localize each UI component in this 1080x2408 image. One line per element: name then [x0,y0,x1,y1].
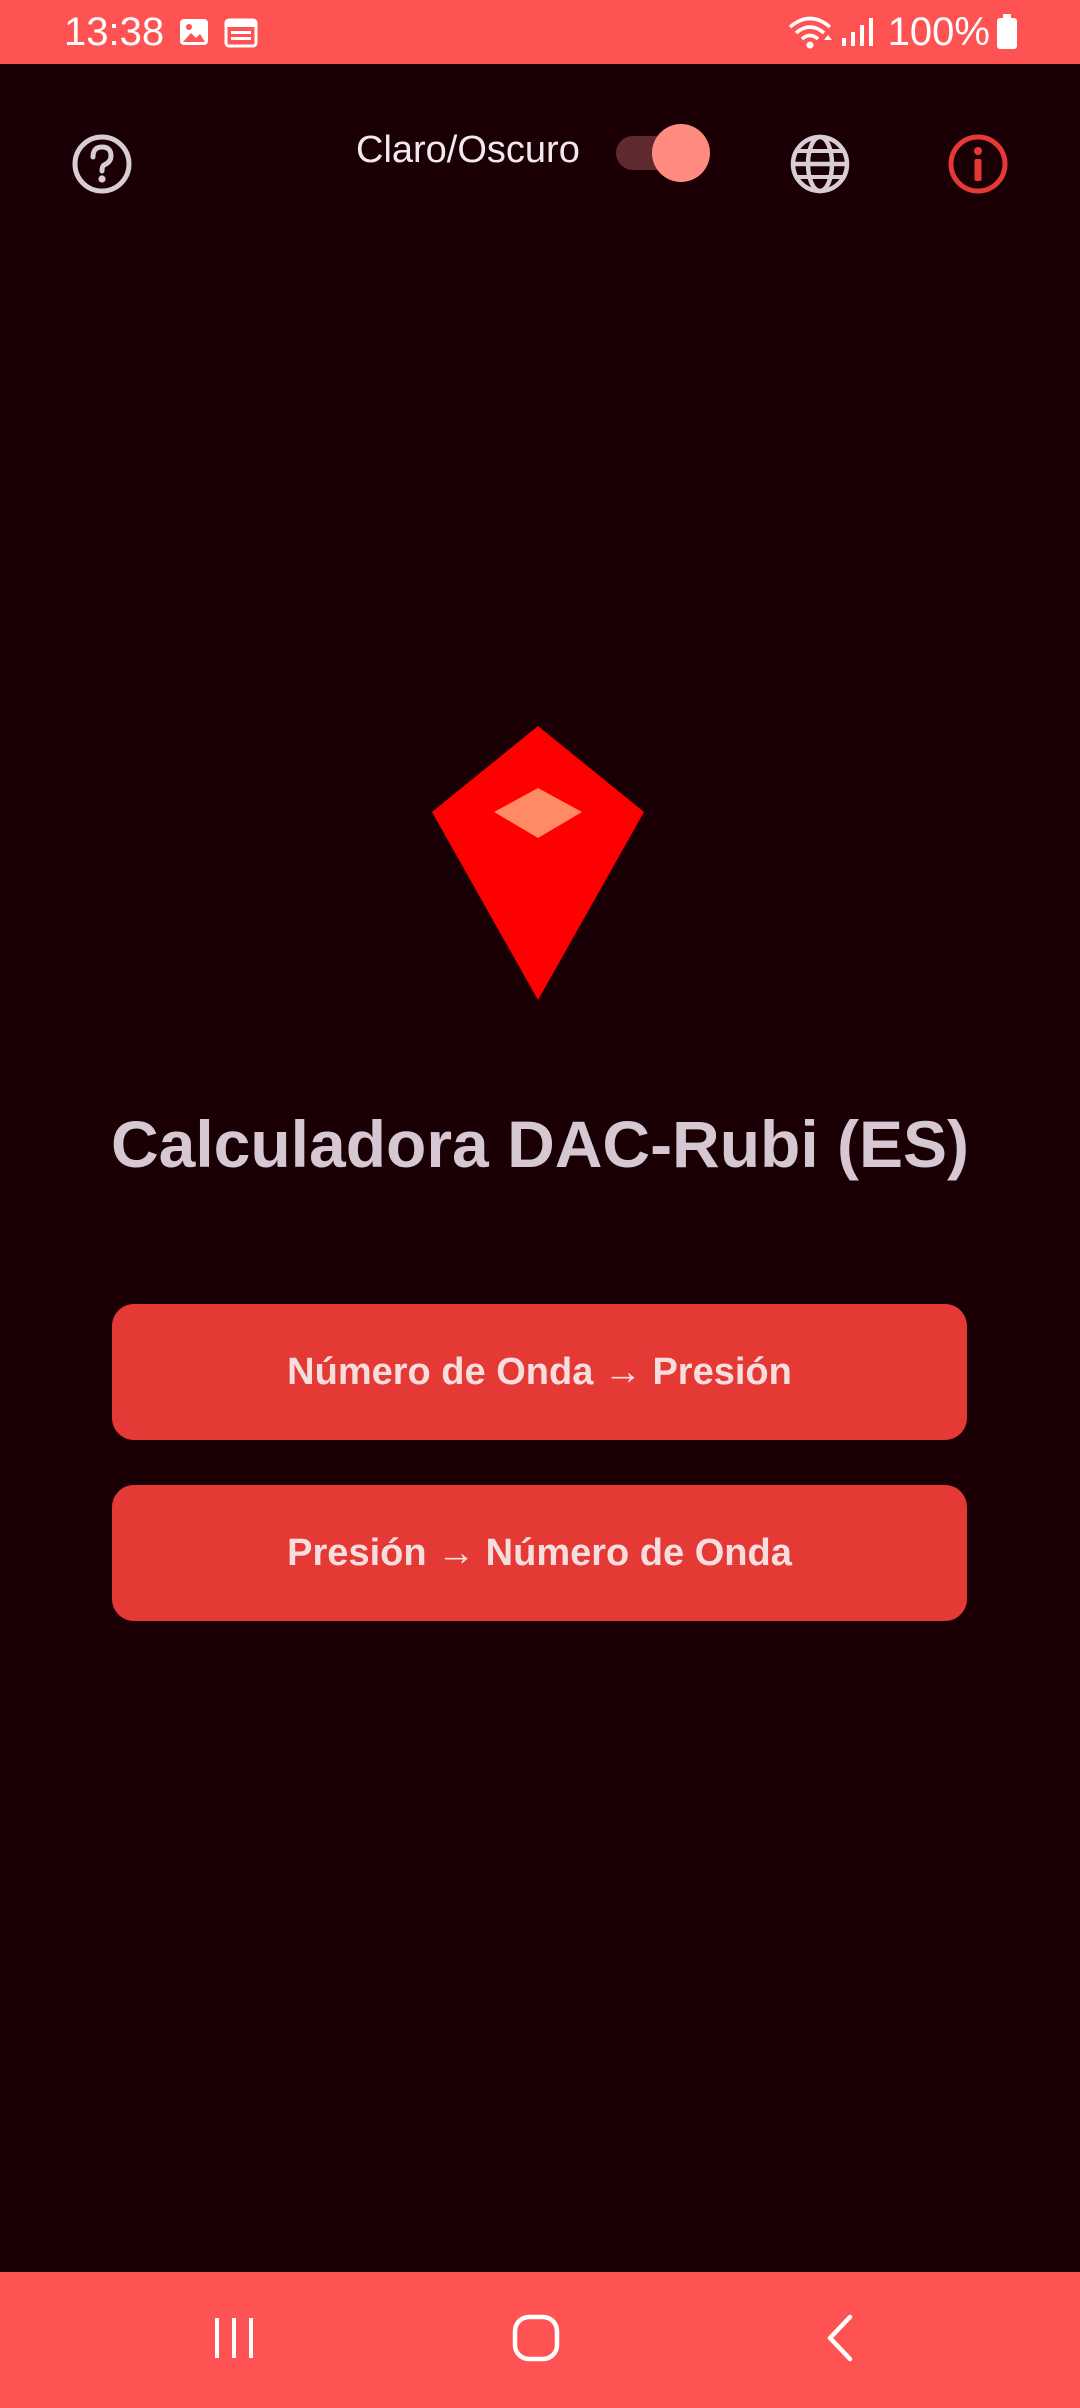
info-circle-icon [947,133,1009,200]
signal-icon [840,16,876,53]
status-time: 13:38 [64,10,165,54]
battery-percentage: 100% [887,10,990,54]
button-label: Número de Onda → Presión [287,1350,792,1393]
help-circle-icon [71,133,133,200]
battery-icon [996,14,1018,55]
theme-toggle-label: Claro/Oscuro [356,129,580,171]
app-logo [430,724,646,1004]
help-button[interactable] [62,126,142,206]
top-bar: Claro/Oscuro [0,64,1080,264]
navigation-bar [0,2272,1080,2408]
wavenumber-to-pressure-button[interactable]: Número de Onda → Presión [112,1304,967,1440]
recent-apps-button[interactable] [174,2300,294,2380]
pressure-to-wavenumber-button[interactable]: Presión → Número de Onda [112,1485,967,1621]
home-icon [511,2313,561,2368]
language-button[interactable] [780,126,860,206]
button-label: Presión → Número de Onda [287,1531,792,1574]
theme-toggle-switch[interactable] [616,124,710,182]
back-icon [820,2313,860,2368]
wifi-icon [788,16,832,55]
status-bar: 13:38 100% [0,0,1080,64]
ruby-gem-icon [430,726,646,1008]
info-button[interactable] [938,126,1018,206]
back-button[interactable] [780,2300,900,2380]
calendar-icon [224,16,258,53]
app-title: Calculadora DAC-Rubi (ES) [110,1107,970,1181]
image-icon [178,16,210,53]
globe-icon [789,133,851,200]
recent-apps-icon [209,2315,259,2366]
toggle-thumb [652,124,710,182]
home-button[interactable] [476,2300,596,2380]
